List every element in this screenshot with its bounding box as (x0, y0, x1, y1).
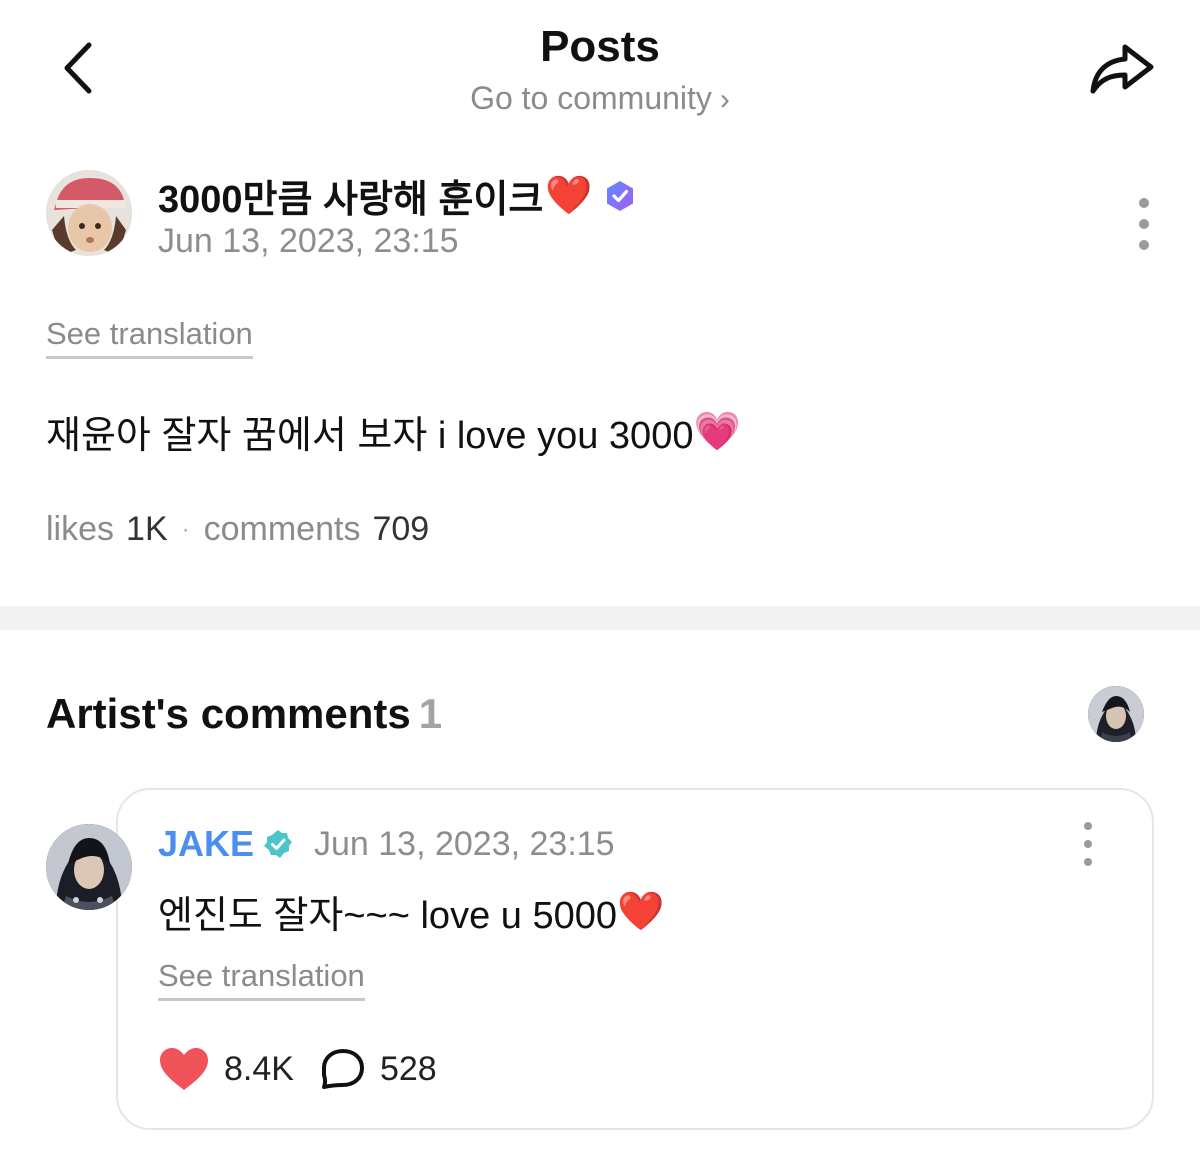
section-divider (0, 606, 1200, 630)
share-button[interactable] (1082, 34, 1162, 104)
more-dot-icon (1139, 240, 1149, 250)
commenter-name[interactable]: JAKE (158, 823, 294, 865)
more-dot-icon (1084, 840, 1092, 848)
posts-page: Posts Go to community › 3000만큼 사랑해 훈이크 ❤️ (0, 0, 1200, 1158)
go-to-community-link[interactable]: Go to community › (0, 80, 1200, 117)
more-dot-icon (1084, 858, 1092, 866)
author-name[interactable]: 3000만큼 사랑해 훈이크 ❤️ (158, 168, 637, 223)
speech-bubble-icon (321, 1049, 364, 1089)
post-body-text: 재윤아 잘자 꿈에서 보자 i love you 3000 (46, 415, 694, 457)
share-arrow-icon (1090, 44, 1154, 94)
like-count: 8.4K (224, 1049, 294, 1088)
commenter-avatar-image (46, 824, 132, 910)
artist-comments-heading: Artist's comments 1 (46, 690, 442, 738)
reply-button[interactable]: 528 (320, 1047, 437, 1091)
chevron-right-icon: › (719, 83, 730, 116)
like-button[interactable]: 8.4K (158, 1046, 294, 1092)
comment-body-text: 엔진도 잘자~~~ love u 5000 (158, 895, 617, 937)
post-more-options-button[interactable] (1124, 194, 1164, 254)
comment-see-translation-link[interactable]: See translation (158, 958, 365, 1001)
artist-comments-title: Artist's comments (46, 690, 411, 737)
comment-actions: 8.4K 528 (158, 1046, 437, 1092)
author-name-text: 3000만큼 사랑해 훈이크 (158, 179, 544, 221)
verified-badge-icon (603, 179, 637, 213)
comment-body: 엔진도 잘자~~~ love u 5000 ❤️ (158, 884, 664, 939)
artist-comments-count: 1 (418, 690, 443, 737)
more-dot-icon (1139, 198, 1149, 208)
page-title: Posts (540, 22, 660, 71)
heart-icon (160, 1048, 208, 1090)
comment-more-options-button[interactable] (1070, 822, 1106, 866)
more-dot-icon (1139, 219, 1149, 229)
reply-count: 528 (379, 1049, 437, 1088)
commenter-avatar[interactable] (46, 824, 132, 910)
post-body: 재윤아 잘자 꿈에서 보자 i love you 3000 💗 (46, 404, 741, 459)
more-dot-icon (1084, 822, 1092, 830)
commenter-name-text: JAKE (158, 823, 255, 864)
red-heart-emoji: ❤️ (616, 890, 665, 933)
stats-separator: · (181, 515, 190, 543)
comment-timestamp: Jun 13, 2023, 23:15 (314, 825, 615, 863)
author-avatar[interactable] (46, 170, 132, 256)
verified-badge-icon (262, 828, 294, 860)
post-timestamp: Jun 13, 2023, 23:15 (158, 222, 459, 260)
post-stats: likes 1K · comments 709 (46, 510, 429, 549)
go-to-community-label: Go to community (470, 80, 712, 116)
likes-count: 1K (126, 510, 168, 548)
artist-filter-avatar[interactable] (1088, 686, 1144, 742)
post-see-translation-link[interactable]: See translation (46, 316, 253, 359)
sparkling-heart-emoji: 💗 (693, 410, 741, 453)
likes-label: likes (46, 510, 115, 548)
comments-label[interactable]: comments (204, 510, 361, 549)
comments-count[interactable]: 709 (372, 510, 429, 549)
author-avatar-image (46, 170, 132, 256)
artist-avatar-image (1088, 686, 1144, 742)
red-heart-emoji: ❤️ (545, 174, 593, 217)
